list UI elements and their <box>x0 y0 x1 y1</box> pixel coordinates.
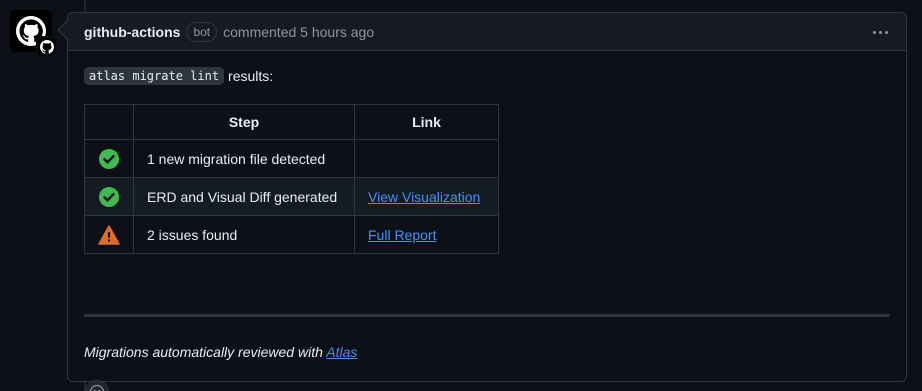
step-cell: ERD and Visual Diff generated <box>133 177 355 216</box>
more-options-icon[interactable] <box>868 23 892 41</box>
table-header-step: Step <box>133 104 355 140</box>
comment-box: github-actions bot commented 5 hours ago… <box>57 12 907 391</box>
step-cell: 1 new migration file detected <box>133 139 355 178</box>
add-reaction-button[interactable] <box>85 380 109 391</box>
check-circle-icon <box>99 148 119 169</box>
author-name[interactable]: github-actions <box>84 24 180 40</box>
comment-body: atlas migrate lint results: Step Link 1 … <box>68 51 906 391</box>
command-code: atlas migrate lint <box>84 67 225 85</box>
warning-icon <box>98 224 120 245</box>
footer-prefix: Migrations automatically reviewed with <box>84 344 327 360</box>
link-cell: View Visualization <box>354 177 499 216</box>
comment-timestamp[interactable]: commented 5 hours ago <box>223 24 374 40</box>
author-avatar[interactable] <box>10 10 58 58</box>
footer-note: Migrations automatically reviewed with A… <box>84 344 357 360</box>
table-row: 2 issues found Full Report <box>84 215 499 254</box>
command-suffix: results: <box>228 68 274 84</box>
table-header-link: Link <box>354 104 499 140</box>
link-cell: Full Report <box>354 215 499 254</box>
horizontal-rule <box>84 314 890 317</box>
atlas-link[interactable]: Atlas <box>326 344 357 360</box>
app-badge-icon <box>36 36 58 58</box>
step-cell: 2 issues found <box>133 215 355 254</box>
table-row: ERD and Visual Diff generated View Visua… <box>84 177 499 216</box>
comment-header: github-actions bot commented 5 hours ago <box>68 13 906 51</box>
table-row: 1 new migration file detected <box>84 139 499 178</box>
bot-badge: bot <box>186 21 218 42</box>
lint-heading: atlas migrate lint results: <box>84 67 273 85</box>
table-header-status <box>84 104 134 140</box>
check-circle-icon <box>99 186 119 207</box>
full-report-link[interactable]: Full Report <box>368 227 436 243</box>
results-table: Step Link 1 new migration file detected <box>84 104 499 254</box>
link-cell <box>354 139 499 178</box>
smiley-icon <box>89 384 105 391</box>
view-visualization-link[interactable]: View Visualization <box>368 189 480 205</box>
